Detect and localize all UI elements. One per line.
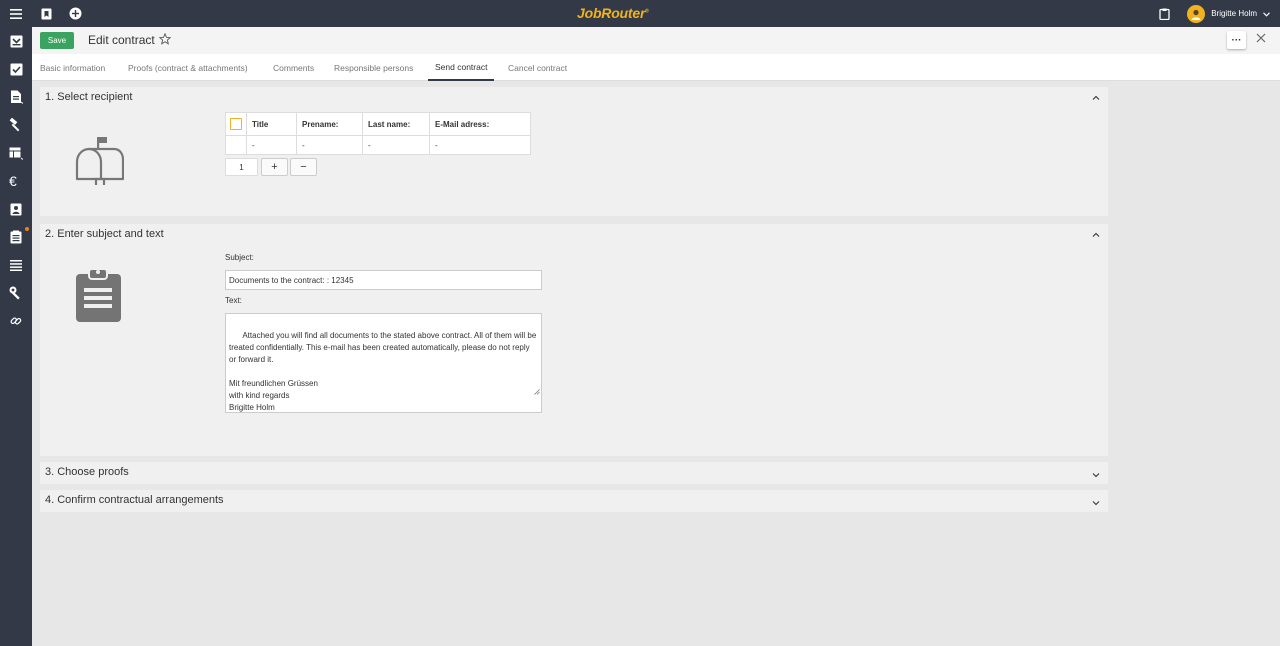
inbox-icon[interactable] — [8, 33, 24, 49]
close-icon[interactable] — [1256, 33, 1266, 45]
select-all-cell — [225, 112, 247, 136]
tab-basic-information[interactable]: Basic information — [40, 54, 105, 81]
section-select-recipient: 1. Select recipient Title Prename: Last … — [40, 87, 1108, 216]
tab-comments[interactable]: Comments — [273, 54, 314, 81]
chevron-down-icon[interactable] — [1092, 498, 1100, 508]
chevron-up-icon[interactable] — [1092, 230, 1100, 240]
column-header: Prename: — [296, 112, 363, 136]
column-header: E-Mail adress: — [429, 112, 531, 136]
page-title: Edit contract — [88, 33, 155, 47]
hammer-icon[interactable] — [8, 117, 24, 133]
row-count-input[interactable]: 1 — [225, 158, 258, 176]
recipient-table: Title Prename: Last name: E-Mail adress:… — [225, 112, 531, 155]
section-title[interactable]: 1. Select recipient — [45, 91, 132, 103]
tab-bar: Basic information Proofs (contract & att… — [32, 54, 1280, 81]
prename-cell[interactable]: - — [296, 135, 363, 155]
row-select-cell — [225, 135, 247, 155]
email-cell[interactable]: - — [429, 135, 531, 155]
user-menu[interactable]: Brigitte Holm — [1187, 3, 1280, 24]
text-label: Text: — [225, 296, 242, 305]
clipboard-icon — [74, 267, 122, 325]
table-icon[interactable] — [8, 145, 24, 161]
section-title[interactable]: 4. Confirm contractual arrangements — [45, 494, 224, 506]
menu-icon[interactable] — [7, 5, 24, 22]
subject-input[interactable] — [225, 270, 542, 290]
subject-label: Subject: — [225, 253, 254, 262]
section-confirm-arrangements[interactable]: 4. Confirm contractual arrangements — [40, 490, 1108, 512]
more-options-button[interactable]: ··· — [1227, 31, 1246, 49]
tab-proofs[interactable]: Proofs (contract & attachments) — [128, 54, 248, 81]
table-row: - - - - — [225, 135, 531, 155]
top-bar: JobRouter® Brigitte Holm — [0, 0, 1280, 27]
column-header: Last name: — [362, 112, 430, 136]
remove-row-button[interactable]: − — [290, 158, 317, 176]
message-text: Attached you will find all documents to … — [229, 331, 537, 412]
save-button[interactable]: Save — [40, 32, 74, 49]
chevron-down-icon[interactable] — [1263, 9, 1270, 19]
svg-text:€: € — [9, 174, 17, 188]
section-subject-text: 2. Enter subject and text Subject: Text:… — [40, 224, 1108, 456]
clipboard-list-icon[interactable] — [8, 229, 24, 245]
column-header: Title — [246, 112, 297, 136]
message-textarea[interactable]: Attached you will find all documents to … — [225, 313, 542, 413]
clipboard-icon[interactable] — [1156, 5, 1173, 22]
tab-responsible-persons[interactable]: Responsible persons — [334, 54, 413, 81]
section-title[interactable]: 3. Choose proofs — [45, 466, 129, 478]
euro-icon[interactable]: € — [8, 173, 24, 189]
add-row-button[interactable]: + — [261, 158, 288, 176]
wrench-icon[interactable] — [8, 285, 24, 301]
avatar — [1187, 4, 1206, 23]
title-cell[interactable]: - — [246, 135, 297, 155]
link-icon[interactable] — [8, 313, 24, 329]
tab-cancel-contract[interactable]: Cancel contract — [508, 54, 567, 81]
contact-icon[interactable] — [8, 201, 24, 217]
chevron-up-icon[interactable] — [1092, 93, 1100, 103]
select-all-checkbox[interactable] — [230, 118, 242, 130]
brand-logo[interactable]: JobRouter® — [577, 5, 649, 21]
user-name: Brigitte Holm — [1211, 9, 1257, 18]
tab-send-contract[interactable]: Send contract — [428, 54, 495, 81]
document-icon[interactable] — [8, 89, 24, 105]
bookmark-icon[interactable] — [38, 5, 55, 22]
notification-dot — [25, 227, 29, 231]
resize-handle-icon[interactable] — [516, 375, 540, 411]
section-choose-proofs[interactable]: 3. Choose proofs — [40, 462, 1108, 484]
star-icon[interactable] — [158, 32, 172, 47]
page-header: Save Edit contract ··· — [32, 27, 1280, 54]
last-name-cell[interactable]: - — [362, 135, 430, 155]
section-title[interactable]: 2. Enter subject and text — [45, 228, 164, 240]
checkbox-icon[interactable] — [8, 61, 24, 77]
chevron-down-icon[interactable] — [1092, 470, 1100, 480]
main-content: Save Edit contract ··· Basic information… — [32, 27, 1280, 646]
add-circle-icon[interactable] — [67, 5, 84, 22]
sidebar: € — [0, 27, 32, 646]
mailbox-icon — [74, 135, 125, 191]
list-icon[interactable] — [8, 257, 24, 273]
